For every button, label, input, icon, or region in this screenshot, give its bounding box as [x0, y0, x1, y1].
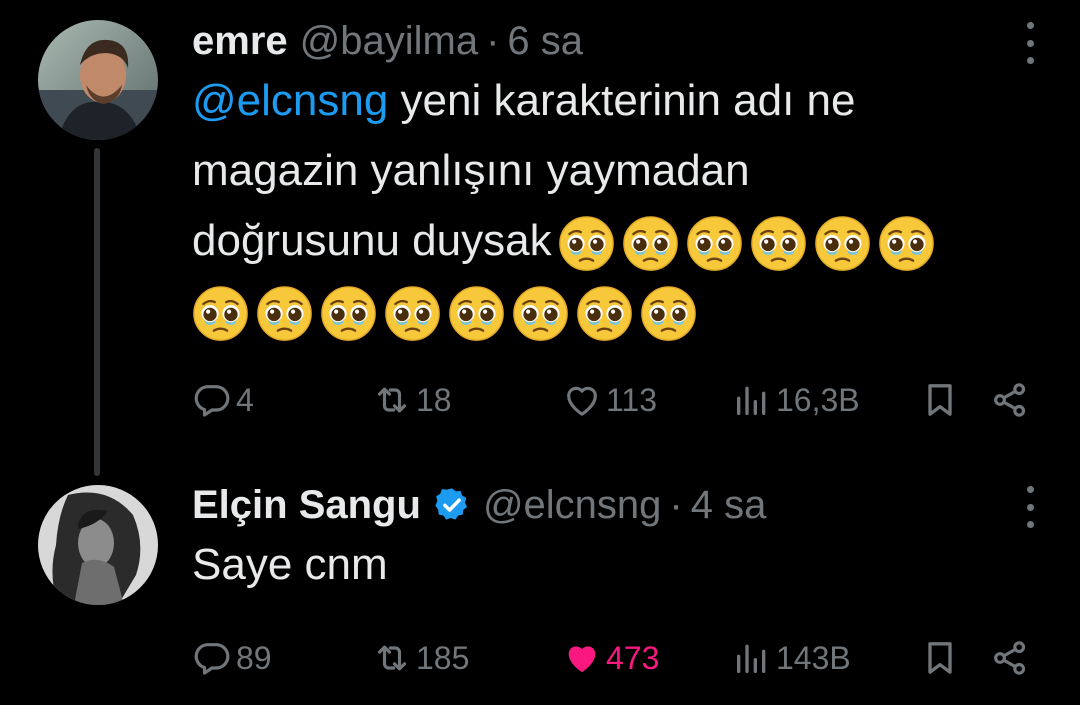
like-icon — [562, 380, 602, 420]
tweet[interactable]: emre @bayilma · 6 sa @elcnsng yeni karak… — [0, 0, 1080, 476]
views-icon — [732, 380, 772, 420]
reply-icon — [192, 638, 232, 678]
reply-button[interactable]: 89 — [192, 638, 372, 678]
pleading-face-icon — [192, 285, 249, 342]
views-count: 16,3B — [776, 381, 860, 418]
views-button[interactable]: 143B — [732, 638, 912, 678]
tweet-text-line: doğrusunu duysak — [192, 206, 1040, 276]
tweet-text: @elcnsng yeni karakterinin adı ne magazi… — [192, 66, 1040, 346]
action-bar: 4 18 113 16,3B — [192, 375, 1040, 425]
pleading-face-icon — [814, 215, 871, 272]
pleading-face-icon — [878, 215, 935, 272]
verified-icon — [435, 488, 467, 520]
pleading-face-icon — [640, 285, 697, 342]
tweet-text-line: @elcnsng yeni karakterinin adı ne — [192, 66, 1040, 136]
like-count: 113 — [606, 381, 658, 418]
tweet-text-line: magazin yanlışını yaymadan — [192, 146, 750, 195]
avatar[interactable] — [38, 485, 158, 605]
repost-icon — [372, 638, 412, 678]
tweet-text-line: Saye cnm — [192, 540, 388, 589]
more-icon[interactable] — [1020, 486, 1040, 528]
tweet-text-part: yeni karakterinin adı ne — [388, 76, 856, 125]
author-name[interactable]: emre — [192, 19, 288, 64]
avatar-image — [38, 485, 158, 605]
views-icon — [732, 638, 772, 678]
avatar[interactable] — [38, 20, 158, 140]
views-button[interactable]: 16,3B — [732, 380, 912, 420]
emoji-group — [192, 285, 697, 342]
tweet-header: emre @bayilma · 6 sa — [192, 16, 1040, 66]
emoji-group — [558, 215, 935, 272]
mention-link[interactable]: @elcnsng — [192, 76, 388, 125]
bookmark-button[interactable] — [920, 380, 964, 420]
repost-icon — [372, 380, 412, 420]
tweet-content: Elçin Sangu @elcnsng · 4 sa Saye cnm — [192, 480, 1040, 600]
author-handle[interactable]: @bayilma — [300, 19, 478, 64]
share-button[interactable] — [990, 638, 1034, 678]
avatar-image — [38, 20, 158, 140]
repost-count: 185 — [416, 639, 470, 676]
share-icon — [990, 380, 1030, 420]
author-name[interactable]: Elçin Sangu — [192, 483, 421, 528]
repost-button[interactable]: 18 — [372, 380, 562, 420]
bookmark-icon — [920, 638, 960, 678]
timestamp[interactable]: 6 sa — [507, 19, 583, 64]
separator: · — [486, 18, 500, 63]
pleading-face-icon — [558, 215, 615, 272]
timestamp[interactable]: 4 sa — [691, 483, 767, 528]
reply-icon — [192, 380, 232, 420]
reply-button[interactable]: 4 — [192, 380, 372, 420]
tweet-text-line — [192, 276, 1040, 346]
tweet-header: Elçin Sangu @elcnsng · 4 sa — [192, 480, 1040, 530]
pleading-face-icon — [622, 215, 679, 272]
pleading-face-icon — [750, 215, 807, 272]
share-icon — [990, 638, 1030, 678]
pleading-face-icon — [384, 285, 441, 342]
pleading-face-icon — [320, 285, 377, 342]
tweet[interactable]: Elçin Sangu @elcnsng · 4 sa Saye cnm 89 … — [0, 470, 1080, 705]
tweet-content: emre @bayilma · 6 sa @elcnsng yeni karak… — [192, 16, 1040, 346]
thread-line — [94, 148, 100, 476]
repost-button[interactable]: 185 — [372, 638, 562, 678]
bookmark-icon — [920, 380, 960, 420]
reply-count: 4 — [236, 381, 254, 418]
pleading-face-icon — [256, 285, 313, 342]
like-button[interactable]: 473 — [562, 638, 732, 678]
pleading-face-icon — [576, 285, 633, 342]
views-count: 143B — [776, 639, 851, 676]
reply-count: 89 — [236, 639, 272, 676]
pleading-face-icon — [686, 215, 743, 272]
bookmark-button[interactable] — [920, 638, 964, 678]
share-button[interactable] — [990, 380, 1034, 420]
tweet-text-part: doğrusunu duysak — [192, 216, 552, 265]
pleading-face-icon — [512, 285, 569, 342]
repost-count: 18 — [416, 381, 452, 418]
more-icon[interactable] — [1020, 22, 1040, 64]
tweet-text: Saye cnm — [192, 530, 1040, 600]
like-button[interactable]: 113 — [562, 380, 732, 420]
like-count: 473 — [606, 639, 660, 676]
pleading-face-icon — [448, 285, 505, 342]
author-handle[interactable]: @elcnsng — [483, 483, 661, 528]
like-icon — [562, 638, 602, 678]
action-bar: 89 185 473 143B — [192, 633, 1040, 683]
separator: · — [669, 482, 683, 527]
